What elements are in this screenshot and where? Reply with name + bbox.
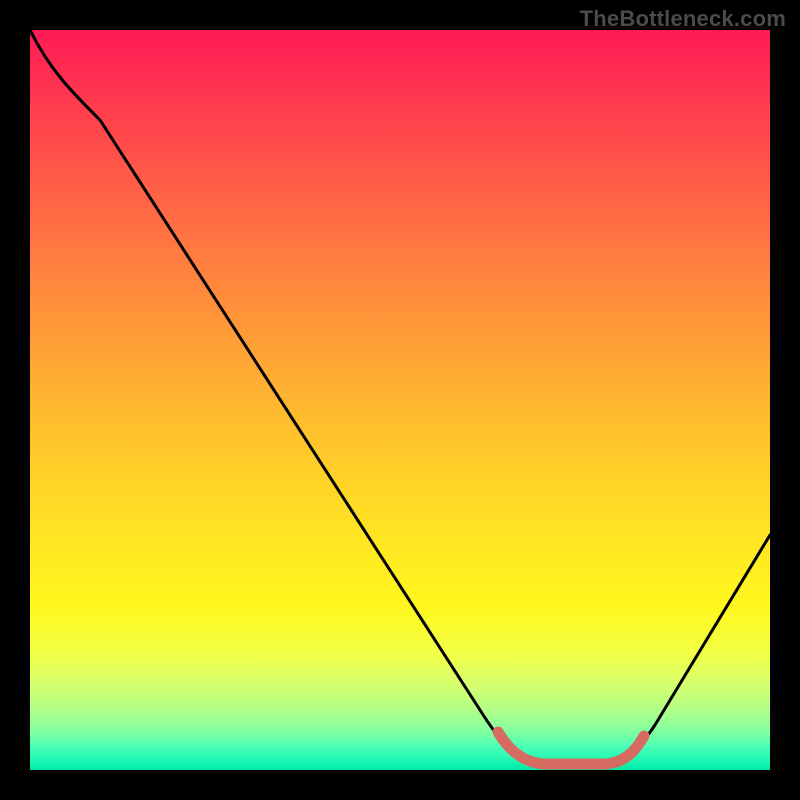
plot-area — [30, 30, 770, 770]
watermark-text: TheBottleneck.com — [580, 6, 786, 32]
chart-frame: TheBottleneck.com — [0, 0, 800, 800]
curve-layer — [30, 30, 770, 770]
bottleneck-curve — [30, 30, 770, 760]
optimal-zone-marker — [498, 732, 644, 764]
